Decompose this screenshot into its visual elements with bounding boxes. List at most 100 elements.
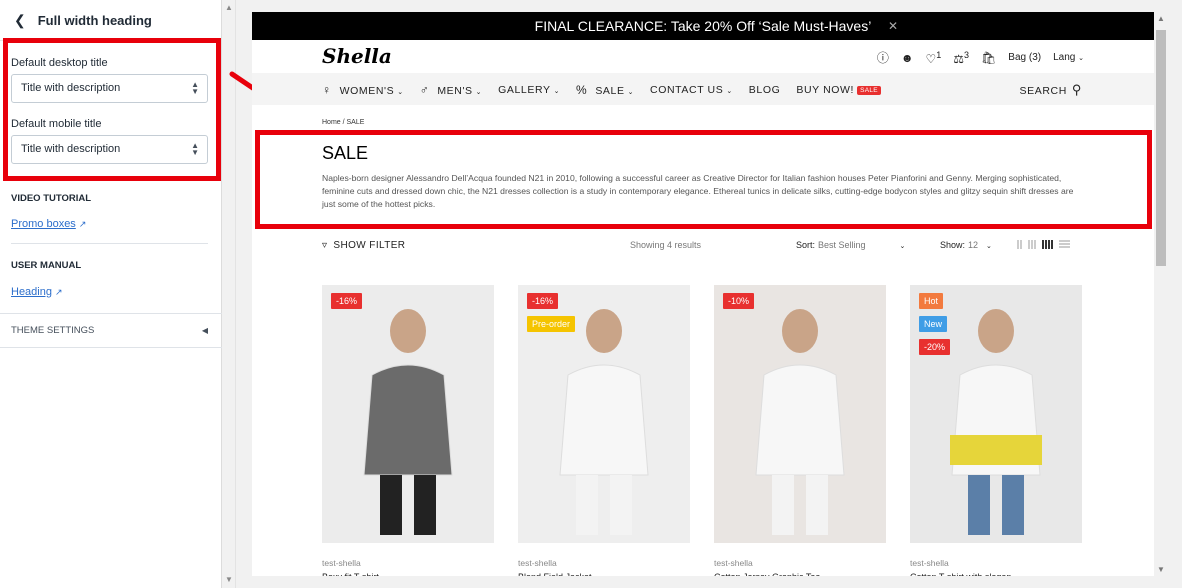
chevron-down-icon: ⌄: [397, 89, 404, 96]
nav-item-0[interactable]: ♀ WOMEN'S ⌄: [322, 83, 404, 97]
scroll-up-icon[interactable]: ▲: [1157, 14, 1165, 23]
collection-toolbar: ▿ SHOW FILTER Showing 4 results Sort: Best…: [322, 240, 1082, 254]
chevron-down-icon: ⌄: [553, 88, 561, 95]
store-logo[interactable]: Shella: [322, 44, 392, 68]
promo-boxes-link[interactable]: Promo boxes ↗: [11, 218, 86, 230]
preview-scrollbar[interactable]: ▲ ▼: [1154, 12, 1168, 576]
theme-settings-toggle[interactable]: THEME SETTINGS ◀: [0, 313, 222, 348]
product-image[interactable]: -16%: [322, 285, 494, 543]
product-card[interactable]: -16% test-shella Boxy fit T-shirt: [322, 285, 494, 576]
announcement-text: FINAL CLEARANCE: Take 20% Off ‘Sale Must…: [534, 18, 872, 34]
breadcrumb: Home / SALE: [322, 119, 365, 126]
list-view-icon[interactable]: [1059, 240, 1070, 249]
search-icon: ⚲: [1071, 82, 1082, 97]
nav-item-2[interactable]: GALLERY ⌄: [498, 84, 560, 96]
search-button[interactable]: SEARCH ⚲: [1020, 82, 1082, 98]
bag-label[interactable]: Bag (3): [1008, 52, 1041, 63]
nav-items: ♀ WOMEN'S ⌄ ♂ MEN'S ⌄ GALLERY ⌄% SALE ⌄ CONTACT US…: [322, 83, 881, 97]
chevron-down-icon: ⌄: [899, 243, 906, 250]
main-nav: ♀ WOMEN'S ⌄ ♂ MEN'S ⌄ GALLERY ⌄% SALE ⌄ CONTACT US…: [252, 73, 1154, 105]
external-link-icon: ↗: [54, 287, 63, 297]
nav-tag-badge: SALE: [857, 85, 881, 95]
external-link-icon: ↗: [78, 219, 87, 229]
lang-selector[interactable]: Lang ⌄: [1053, 52, 1084, 63]
woman-icon: ♀: [322, 83, 332, 97]
chevron-down-icon: ⌄: [986, 243, 992, 250]
sort-value: Best Selling: [818, 240, 866, 250]
product-name[interactable]: Cotton T-shirt with slogan: [910, 572, 1082, 576]
product-badge: New: [919, 316, 948, 332]
grid-4-icon[interactable]: [1042, 240, 1053, 249]
heading-manual-link[interactable]: Heading ↗: [11, 286, 63, 298]
close-icon[interactable]: ✕: [888, 12, 898, 40]
store-preview: FINAL CLEARANCE: Take 20% Off ‘Sale Must…: [252, 12, 1154, 576]
results-count: Showing 4 results: [630, 240, 702, 250]
product-badge: -16%: [527, 293, 559, 309]
nav-item-label: BUY NOW!: [796, 84, 855, 96]
highlight-box-heading: [255, 130, 1152, 229]
compare-icon[interactable]: ⚖3: [953, 50, 969, 66]
product-badge: Pre-order: [527, 316, 576, 332]
highlight-box-settings: [3, 38, 221, 181]
product-image[interactable]: Hot New -20%: [910, 285, 1082, 543]
show-filter-button[interactable]: ▿ SHOW FILTER: [322, 240, 405, 251]
grid-2-icon[interactable]: [1017, 240, 1022, 249]
nav-item-label: WOMEN'S: [339, 85, 395, 97]
product-badge: -10%: [723, 293, 755, 309]
nav-item-label: MEN'S: [437, 85, 473, 97]
grid-view-switcher: [1017, 240, 1070, 249]
wishlist-icon[interactable]: ♡1: [926, 50, 942, 66]
help-icon[interactable]: ⓘ: [877, 49, 889, 66]
bag-icon[interactable]: 🛍: [981, 51, 996, 65]
scroll-down-icon[interactable]: ▼: [225, 575, 233, 584]
scroll-down-icon[interactable]: ▼: [1157, 565, 1165, 574]
show-value: 12: [968, 240, 979, 250]
theme-settings-label: THEME SETTINGS: [11, 325, 95, 336]
announcement-bar: FINAL CLEARANCE: Take 20% Off ‘Sale Must…: [252, 12, 1154, 40]
header-icons: ⓘ ☻ ♡1 ⚖3 🛍 Bag (3) Lang ⌄: [877, 49, 1084, 66]
product-card[interactable]: -10% test-shella Cotton Jersey Graphic Tee: [714, 285, 886, 576]
nav-item-5[interactable]: BLOG: [749, 84, 781, 96]
user-manual-heading: USER MANUAL: [11, 260, 82, 271]
model-silhouette-icon: [755, 309, 845, 535]
scroll-up-icon[interactable]: ▲: [225, 3, 233, 12]
product-name[interactable]: Boxy fit T-shirt: [322, 572, 494, 576]
product-name[interactable]: Blend Field Jacket: [518, 572, 690, 576]
scroll-thumb[interactable]: [1156, 30, 1166, 266]
nav-item-6[interactable]: BUY NOW! SALE: [796, 84, 881, 96]
lang-label: Lang: [1053, 52, 1076, 63]
man-icon: ♂: [419, 83, 430, 97]
show-count-select[interactable]: Show: 12 ⌄: [940, 240, 992, 250]
nav-item-4[interactable]: CONTACT US ⌄: [650, 84, 733, 96]
product-vendor: test-shella: [910, 558, 949, 568]
chevron-down-icon: ⌄: [475, 89, 483, 96]
product-image[interactable]: -10%: [714, 285, 886, 543]
model-silhouette-icon: [363, 309, 453, 535]
nav-item-label: CONTACT US: [650, 84, 724, 96]
product-name[interactable]: Cotton Jersey Graphic Tee: [714, 572, 886, 576]
product-vendor: test-shella: [322, 558, 361, 568]
promo-boxes-link-text: Promo boxes: [11, 218, 76, 230]
chevron-down-icon: ⌄: [627, 89, 635, 96]
product-badge: -20%: [919, 339, 951, 355]
store-header: Shella ⓘ ☻ ♡1 ⚖3 🛍 Bag (3) Lang ⌄: [252, 40, 1154, 73]
filter-icon: ▿: [322, 240, 328, 251]
nav-item-3[interactable]: % SALE ⌄: [576, 83, 634, 97]
grid-3-icon[interactable]: [1028, 240, 1036, 249]
section-title: Full width heading: [37, 12, 152, 28]
nav-item-1[interactable]: ♂ MEN'S ⌄: [420, 83, 482, 97]
search-label: SEARCH: [1019, 85, 1067, 97]
product-card[interactable]: Hot New -20% test-shella Cotton T-shirt with…: [910, 285, 1082, 576]
video-tutorial-heading: VIDEO TUTORIAL: [11, 193, 92, 204]
sort-select[interactable]: Sort: Best Selling ⌄: [796, 240, 905, 250]
editor-header: ❮ Full width heading: [0, 0, 221, 41]
product-image[interactable]: -16% Pre-order: [518, 285, 690, 543]
compare-count: 3: [964, 49, 970, 60]
nav-item-label: BLOG: [748, 84, 781, 96]
product-grid: -16% test-shella Boxy fit T-shirt -16% Pre-o…: [322, 285, 1082, 576]
account-icon[interactable]: ☻: [901, 51, 914, 65]
product-card[interactable]: -16% Pre-order test-shella Blend Field Jack…: [518, 285, 690, 576]
back-arrow-icon[interactable]: ❮: [14, 12, 26, 29]
wishlist-count: 1: [936, 49, 942, 60]
theme-editor-sidebar: ❮ Full width heading Default desktop tit…: [0, 0, 222, 588]
